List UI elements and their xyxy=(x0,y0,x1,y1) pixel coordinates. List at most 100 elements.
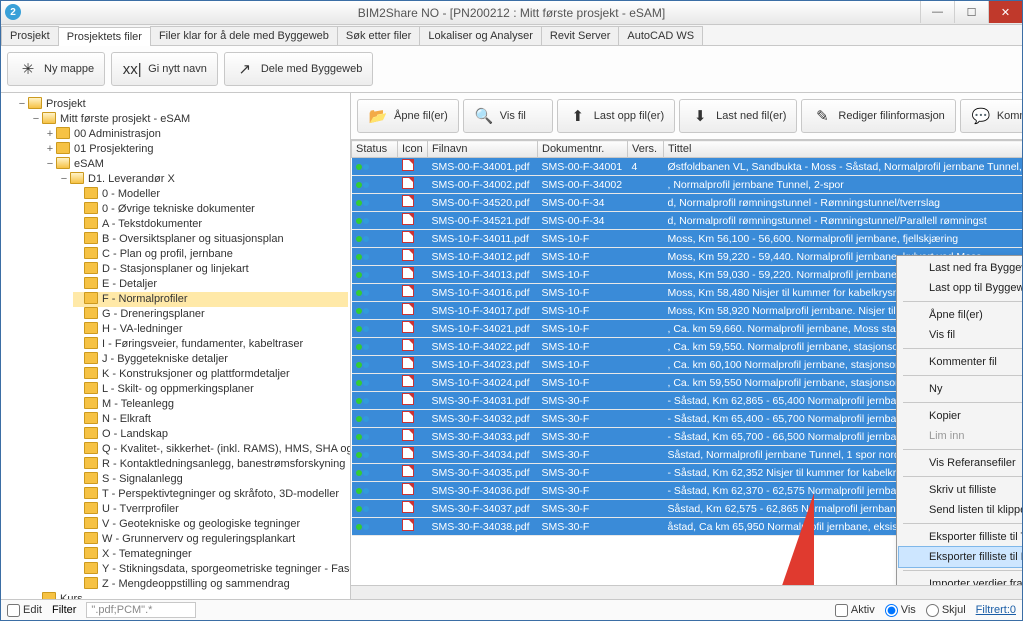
ctx--pne-fil-er-[interactable]: Åpne fil(er) xyxy=(899,305,1022,325)
file-row[interactable]: SMS-00-F-34002.pdfSMS-00-F-34002 , Norma… xyxy=(352,176,1023,194)
tree-leaf[interactable]: N - Elkraft xyxy=(73,412,348,427)
tree-leaf[interactable]: U - Tverrprofiler xyxy=(73,502,348,517)
tree-leaf[interactable]: B - Oversiktsplaner og situasjonsplan xyxy=(73,232,348,247)
ctx-skriv-ut-filliste[interactable]: Skriv ut filliste xyxy=(899,480,1022,500)
file-row[interactable]: SMS-00-F-34520.pdfSMS-00-F-34d, Normalpr… xyxy=(352,194,1023,212)
tree-leaf[interactable]: X - Temategninger xyxy=(73,547,348,562)
tree-leaf[interactable]: E - Detaljer xyxy=(73,277,348,292)
ctx-kopier[interactable]: Kopier xyxy=(899,406,1022,426)
tree-leaf[interactable]: L - Skilt- og oppmerkingsplaner xyxy=(73,382,348,397)
ctx-last-ned-fra-byggeweb[interactable]: Last ned fra Byggeweb xyxy=(899,258,1022,278)
ctx-last-opp-til-byggeweb[interactable]: Last opp til Byggeweb xyxy=(899,278,1022,298)
tree-leaf[interactable]: D - Stasjonsplaner og linjekart xyxy=(73,262,348,277)
filename-cell: SMS-30-F-34037.pdf xyxy=(428,500,538,518)
version-cell xyxy=(628,284,664,302)
tree-leaf[interactable]: H - VA-ledninger xyxy=(73,322,348,337)
context-menu[interactable]: Last ned fra ByggewebLast opp til Byggew… xyxy=(896,255,1022,585)
ctx-vis-fil[interactable]: Vis fil xyxy=(899,325,1022,345)
tree-root[interactable]: −Prosjekt−Mitt første prosjekt - eSAM+00… xyxy=(17,97,348,599)
tree-leaf[interactable]: V - Geotekniske og geologiske tegninger xyxy=(73,517,348,532)
ctx-eksporter-filliste-til-excel[interactable]: Eksporter filliste til Excel xyxy=(899,547,1022,567)
grid-hscroll[interactable] xyxy=(351,585,1022,599)
file-icon xyxy=(398,482,428,500)
aktiv-checkbox[interactable]: Aktiv xyxy=(835,604,875,617)
pdf-icon xyxy=(402,501,414,513)
file-grid[interactable]: StatusIconFilnavnDokumentnr.Vers.TittelS… xyxy=(351,140,1022,585)
file-icon xyxy=(398,194,428,212)
skjul-radio[interactable]: Skjul xyxy=(926,604,966,617)
tree-leaf[interactable]: 0 - Modeller xyxy=(73,187,348,202)
filter-count-link[interactable]: Filtrert:0 xyxy=(976,604,1016,616)
tree-leaf[interactable]: G - Dreneringsplaner xyxy=(73,307,348,322)
ctx-vis-referansefiler[interactable]: Vis Referansefiler xyxy=(899,453,1022,473)
last-opp-fil-er--button[interactable]: ⬆Last opp fil(er) xyxy=(557,99,675,133)
dele-med-byggeweb-button[interactable]: ↗Dele med Byggeweb xyxy=(224,52,374,86)
file-row[interactable]: SMS-10-F-34011.pdfSMS-10-FMoss, Km 56,10… xyxy=(352,230,1023,248)
-pne-fil-er--button[interactable]: 📂Åpne fil(er) xyxy=(357,99,459,133)
tree-leaf[interactable]: A - Tekstdokumenter xyxy=(73,217,348,232)
ctx-eksporter-filliste-til-tekstfil[interactable]: Eksporter filliste til Tekstfil xyxy=(899,527,1022,547)
tree-leaf[interactable]: Z - Mengdeoppstilling og sammendrag xyxy=(73,577,348,592)
file-icon xyxy=(398,446,428,464)
tab-prosjekt[interactable]: Prosjekt xyxy=(1,26,59,45)
pdf-icon xyxy=(402,303,414,315)
tree-leaf[interactable]: J - Byggetekniske detaljer xyxy=(73,352,348,367)
tree-leaf[interactable]: F - Normalprofiler xyxy=(73,292,348,307)
file-row[interactable]: SMS-00-F-34521.pdfSMS-00-F-34d, Normalpr… xyxy=(352,212,1023,230)
col-filnavn[interactable]: Filnavn xyxy=(428,141,538,158)
ctx-ny[interactable]: Ny xyxy=(899,379,1022,399)
rediger-filinformasjon-button[interactable]: ✎Rediger filinformasjon xyxy=(801,99,955,133)
tree-leaf[interactable]: W - Grunnerverv og reguleringsplankart xyxy=(73,532,348,547)
tree-item[interactable]: +01 Prosjektering xyxy=(45,142,348,157)
col-vers.[interactable]: Vers. xyxy=(628,141,664,158)
col-tittel[interactable]: Tittel xyxy=(664,141,1023,158)
tree-leaf[interactable]: I - Føringsveier, fundamenter, kabeltras… xyxy=(73,337,348,352)
gi-nytt-navn-button[interactable]: xx|Gi nytt navn xyxy=(111,52,218,86)
tree-leaf[interactable]: R - Kontaktledningsanlegg, banestrømsfor… xyxy=(73,457,348,472)
tree-leaf[interactable]: Q - Kvalitet-, sikkerhet- (inkl. RAMS), … xyxy=(73,442,348,457)
filename-cell: SMS-10-F-34011.pdf xyxy=(428,230,538,248)
col-icon[interactable]: Icon xyxy=(398,141,428,158)
col-dokumentnr.[interactable]: Dokumentnr. xyxy=(538,141,628,158)
vis-fil-button[interactable]: 🔍Vis fil xyxy=(463,99,553,133)
tab-filer-klar-for-dele-med-byggeweb[interactable]: Filer klar for å dele med Byggeweb xyxy=(150,26,338,45)
last-ned-fil-er--button[interactable]: ⬇Last ned fil(er) xyxy=(679,99,797,133)
version-cell xyxy=(628,176,664,194)
minimize-button[interactable]: — xyxy=(920,1,954,23)
tree-item[interactable]: Kurs xyxy=(31,592,348,599)
tree-leaf[interactable]: S - Signalanlegg xyxy=(73,472,348,487)
ctx-importer-verdier-fra-excel[interactable]: Importer verdier fra Excel xyxy=(899,574,1022,585)
status-cell xyxy=(352,284,398,302)
close-button[interactable]: ✕ xyxy=(988,1,1022,23)
vis-radio[interactable]: Vis xyxy=(885,604,916,617)
tree-item[interactable]: −eSAM−D1. Leverandør X 0 - Modeller 0 - … xyxy=(45,157,348,592)
ctx-send-listen-til-klippebordet[interactable]: Send listen til klippebordet xyxy=(899,500,1022,520)
tree-leaf[interactable]: O - Landskap xyxy=(73,427,348,442)
ctx-lim-inn[interactable]: Lim inn xyxy=(899,426,1022,446)
ny-mappe-button[interactable]: ✳Ny mappe xyxy=(7,52,105,86)
ctx-kommenter-fil[interactable]: Kommenter fil xyxy=(899,352,1022,372)
tab-revit-server[interactable]: Revit Server xyxy=(541,26,620,45)
tree-leaf[interactable]: M - Teleanlegg xyxy=(73,397,348,412)
tree-item[interactable]: +00 Administrasjon xyxy=(45,127,348,142)
tree-leaf[interactable]: Y - Stikningsdata, sporgeometriske tegni… xyxy=(73,562,348,577)
tree-d1[interactable]: −D1. Leverandør X 0 - Modeller 0 - Øvrig… xyxy=(59,172,348,592)
tree-leaf[interactable]: 0 - Øvrige tekniske dokumenter xyxy=(73,202,348,217)
project-tree-pane[interactable]: −Prosjekt−Mitt første prosjekt - eSAM+00… xyxy=(1,93,351,599)
col-status[interactable]: Status xyxy=(352,141,398,158)
edit-checkbox[interactable]: Edit xyxy=(7,604,42,617)
maximize-button[interactable]: ☐ xyxy=(954,1,988,23)
file-row[interactable]: SMS-00-F-34001.pdfSMS-00-F-340014Østfold… xyxy=(352,158,1023,176)
version-cell xyxy=(628,428,664,446)
tree-leaf[interactable]: K - Konstruksjoner og plattformdetaljer xyxy=(73,367,348,382)
tab-autocad-ws[interactable]: AutoCAD WS xyxy=(618,26,703,45)
filter-input[interactable]: ".pdf;PCM".* xyxy=(86,602,196,618)
tree-project[interactable]: −Mitt første prosjekt - eSAM+00 Administ… xyxy=(31,112,348,592)
tree-leaf[interactable]: C - Plan og profil, jernbane xyxy=(73,247,348,262)
status-cell xyxy=(352,464,398,482)
kommenter-fil-button[interactable]: 💬Kommenter fil xyxy=(960,99,1022,133)
tab-s-k-etter-filer[interactable]: Søk etter filer xyxy=(337,26,420,45)
tab-prosjektets-filer[interactable]: Prosjektets filer xyxy=(58,27,151,46)
tree-leaf[interactable]: T - Perspektivtegninger og skråfoto, 3D-… xyxy=(73,487,348,502)
tab-lokaliser-og-analyser[interactable]: Lokaliser og Analyser xyxy=(419,26,542,45)
